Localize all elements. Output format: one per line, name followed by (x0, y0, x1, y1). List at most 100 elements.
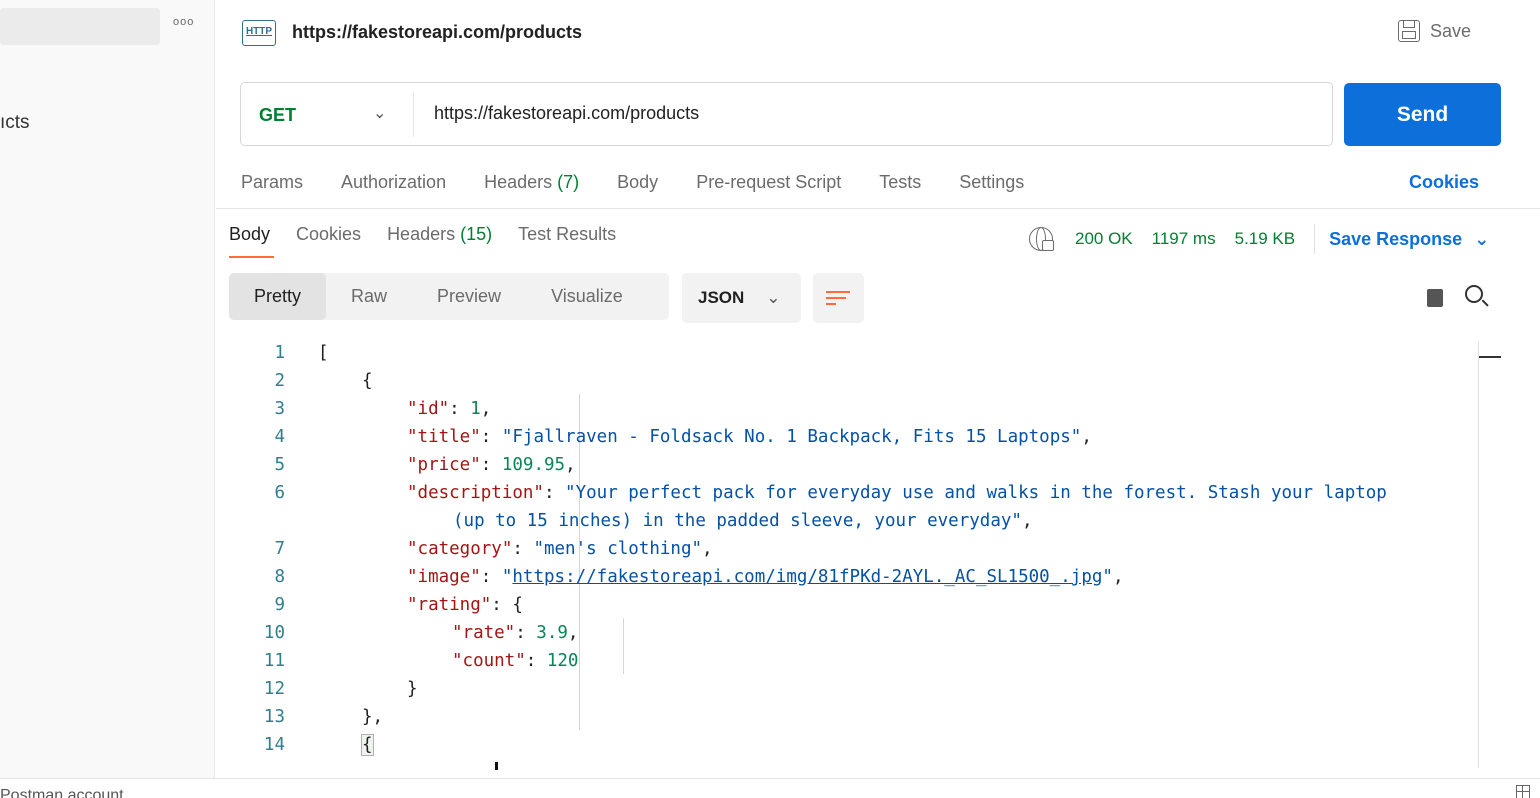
view-pretty[interactable]: Pretty (229, 273, 327, 320)
divider (216, 208, 1540, 209)
line-number: 13 (263, 707, 285, 727)
line-number: 1 (274, 343, 285, 363)
format-label: JSON (698, 288, 745, 307)
status-code[interactable]: 200 OK (1075, 229, 1133, 249)
json-value: 109.95 (501, 455, 566, 475)
save-label: Save (1430, 20, 1472, 41)
code-line: 10 "rate": 3.9, (216, 619, 579, 647)
wrap-lines-icon (825, 289, 852, 307)
json-value: "Your perfect pack for everyday use and … (565, 483, 1387, 503)
code-line: 8 "image": "https://fakestoreapi.com/img/… (216, 563, 1123, 591)
response-tab-test-results[interactable]: Test Results (518, 224, 616, 245)
request-title-bar: HTTP https://fakestoreapi.com/products S… (216, 0, 1540, 66)
response-tab-cookies[interactable]: Cookies (296, 224, 361, 245)
search-icon[interactable] (1465, 285, 1483, 303)
chevron-down-icon: ⌄ (766, 288, 781, 307)
view-raw[interactable]: Raw (326, 273, 412, 320)
code-line: 13}, (216, 703, 383, 731)
json-key: "title" (407, 427, 481, 447)
response-time[interactable]: 1197 ms (1152, 229, 1216, 249)
tab-prerequest-script[interactable]: Pre-request Script (696, 172, 841, 193)
view-mode-tabs: Pretty Raw Preview Visualize (229, 273, 669, 320)
tab-params[interactable]: Params (241, 172, 303, 193)
json-key: "id" (407, 399, 450, 419)
code-line: 9 "rating": { (216, 591, 522, 619)
json-value: 120 (546, 651, 579, 671)
save-icon (1398, 20, 1420, 42)
line-number: 2 (274, 371, 285, 391)
json-key: "category" (407, 539, 513, 559)
response-body-editor[interactable]: 1[ 2{ 3 "id": 1, 4 "title": "Fjallraven - … (216, 338, 1500, 768)
request-tabs: Params Authorization Headers (7) Body Pr… (241, 172, 1062, 193)
response-tab-headers-count: (15) (460, 224, 493, 244)
code-line: 1[ (216, 339, 328, 367)
json-key: "description" (407, 483, 544, 503)
image-url-link[interactable]: https://fakestoreapi.com/img/81fPKd-2AYL… (512, 567, 1102, 587)
tab-headers-label: Headers (484, 172, 553, 192)
line-number: 9 (274, 595, 285, 615)
json-key: "price" (407, 455, 481, 475)
line-number: 3 (274, 399, 285, 419)
line-number: 11 (263, 651, 285, 671)
send-button[interactable]: Send (1344, 83, 1501, 146)
more-options-icon[interactable]: ooo (173, 16, 194, 28)
chevron-down-icon[interactable]: ⌄ (373, 103, 386, 123)
save-response-button[interactable]: Save Response ⌄ (1329, 229, 1489, 250)
layout-grid-icon[interactable] (1516, 785, 1530, 798)
tab-settings[interactable]: Settings (959, 172, 1024, 193)
json-key: "image" (407, 567, 481, 587)
url-input[interactable]: https://fakestoreapi.com/products (434, 103, 699, 124)
code-line: 6 "description": "Your perfect pack for e… (216, 479, 1386, 507)
request-title[interactable]: https://fakestoreapi.com/products (292, 22, 582, 43)
scrollbar-thumb[interactable] (1479, 356, 1501, 358)
response-tab-headers[interactable]: Headers (15) (387, 224, 492, 245)
json-key: "count" (452, 651, 526, 671)
url-bar: GET ⌄ https://fakestoreapi.com/products (240, 82, 1333, 146)
view-preview[interactable]: Preview (412, 273, 526, 320)
indent-guide (623, 618, 624, 674)
json-key: "rating" (407, 595, 492, 615)
response-size[interactable]: 5.19 KB (1235, 229, 1296, 249)
cookies-link[interactable]: Cookies (1409, 172, 1479, 193)
response-status: 200 OK 1197 ms 5.19 KB Save Response ⌄ (1029, 224, 1489, 254)
url-divider (413, 93, 414, 137)
line-number: 10 (263, 623, 285, 643)
line-number: 7 (274, 539, 285, 559)
line-number: 5 (274, 455, 285, 475)
code-line: 5 "price": 109.95, (216, 451, 575, 479)
save-button[interactable]: Save (1398, 20, 1471, 42)
tab-headers-count: (7) (557, 172, 580, 192)
line-number: 4 (274, 427, 285, 447)
text-cursor (495, 762, 498, 770)
line-number: 6 (274, 483, 285, 503)
json-value: 3.9 (536, 623, 568, 643)
footer-account-text[interactable]: Postman account (0, 787, 124, 798)
tab-headers[interactable]: Headers (7) (484, 172, 579, 193)
tab-authorization[interactable]: Authorization (341, 172, 446, 193)
globe-lock-icon[interactable] (1029, 227, 1054, 251)
scrollbar-track[interactable] (1478, 342, 1479, 768)
json-value: 1 (470, 399, 481, 419)
active-tab-underline (229, 256, 274, 258)
status-divider (1314, 224, 1316, 254)
copy-icon[interactable] (1427, 285, 1451, 307)
sidebar-search-box[interactable] (0, 8, 160, 45)
sidebar-item-products[interactable]: ıcts (0, 112, 30, 134)
json-value: "Fjallraven - Foldsack No. 1 Backpack, F… (501, 427, 1082, 447)
code-line: 2{ (216, 367, 372, 395)
code-line: 7 "category": "men's clothing", (216, 535, 712, 563)
response-tab-body[interactable]: Body (229, 224, 270, 245)
code-line: 11 "count": 120 (216, 647, 579, 675)
tab-tests[interactable]: Tests (879, 172, 921, 193)
format-select[interactable]: JSON ⌄ (682, 273, 801, 323)
chevron-down-icon: ⌄ (1474, 228, 1490, 249)
method-select[interactable]: GET (259, 105, 296, 126)
line-number: 12 (263, 679, 285, 699)
wrap-lines-button[interactable] (813, 273, 864, 323)
response-tab-headers-label: Headers (387, 224, 456, 244)
view-visualize[interactable]: Visualize (526, 273, 648, 320)
sidebar: ooo ıcts (0, 0, 215, 778)
code-line: 14{ (216, 731, 374, 759)
tab-body[interactable]: Body (617, 172, 658, 193)
code-line: 4 "title": "Fjallraven - Foldsack No. 1 B… (216, 423, 1091, 451)
